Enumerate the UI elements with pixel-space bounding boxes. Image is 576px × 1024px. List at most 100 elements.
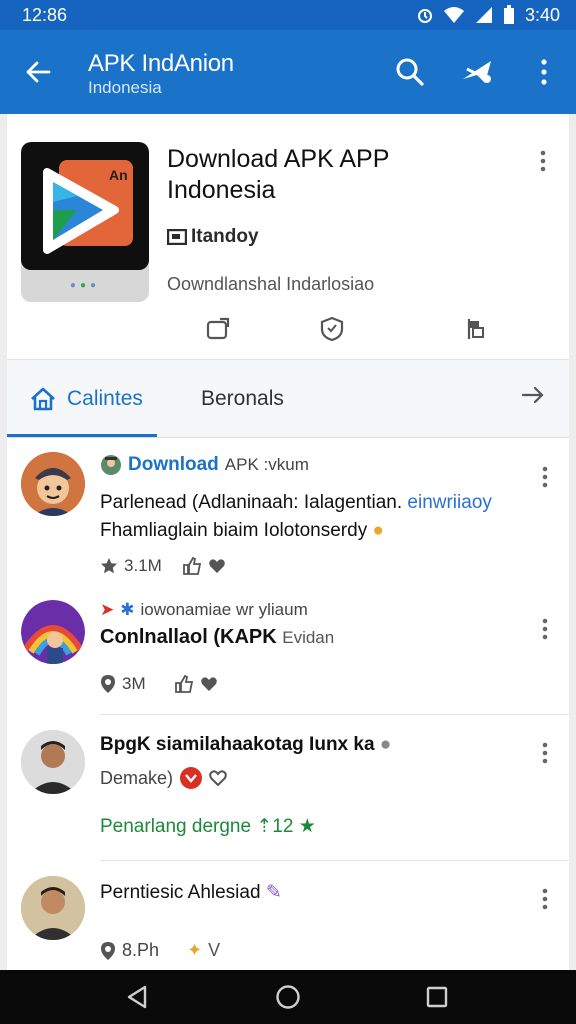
flag-icon <box>467 319 484 339</box>
thumbs-up-icon[interactable] <box>174 675 194 693</box>
arrow-right-icon <box>521 386 544 404</box>
item-meta-text: Demake) <box>100 767 174 788</box>
system-nav-bar <box>0 970 576 1024</box>
nav-recents-button[interactable] <box>422 982 452 1012</box>
more-vert-icon <box>541 59 547 85</box>
developer-row[interactable]: Itandoy <box>167 226 259 248</box>
item-meta-text: iowonamiae wr yliaum <box>140 600 308 619</box>
nav-recents-icon <box>426 986 448 1008</box>
app-title: APK IndAnion <box>88 50 234 77</box>
gold-icon: ✦ <box>187 940 203 960</box>
mini-avatar-icon <box>101 455 121 475</box>
item-meta-link[interactable]: Download <box>128 454 219 476</box>
heart-outline-icon[interactable] <box>209 770 227 786</box>
status-time: 12:86 <box>22 4 68 25</box>
item-more-button[interactable] <box>541 888 549 915</box>
search-icon <box>396 58 424 86</box>
nav-home-icon <box>276 985 300 1009</box>
nav-home-button[interactable] <box>273 982 303 1012</box>
overflow-menu-button[interactable] <box>524 52 564 92</box>
item-more-button[interactable] <box>541 742 549 769</box>
item-title: Conlnallaol (KAPK Evidan <box>100 626 335 648</box>
flag-action-button[interactable] <box>461 314 491 344</box>
status-bar: 12:86 3:40 <box>0 0 576 30</box>
item-more-button[interactable] <box>541 618 549 645</box>
item-meta: Demake) <box>100 766 227 790</box>
item-stat-value: 8.Ph <box>122 940 160 960</box>
item-meta: ➤ ✱ iowonamiae wr yliaum <box>100 600 308 620</box>
item-more-button[interactable] <box>541 466 549 493</box>
avatar-rainbow-icon <box>21 600 85 664</box>
plane-icon <box>463 61 491 83</box>
nav-back-button[interactable] <box>122 982 152 1012</box>
tab-beronals[interactable]: Beronals <box>201 360 284 438</box>
app-header-card: An ●●● Download APK APP Indonesia Itando… <box>7 114 569 360</box>
app-logo-image: An <box>21 142 149 270</box>
item-meta: Download APK :vkum <box>100 454 309 476</box>
item-stat-value: 3.1M <box>124 556 162 575</box>
app-name: Download APK APP Indonesia <box>167 145 390 204</box>
heart-icon[interactable] <box>200 676 218 692</box>
battery-icon <box>503 5 514 24</box>
app-card-more-button[interactable] <box>539 150 547 177</box>
tab-bar: Calintes Beronals <box>7 360 569 438</box>
app-description: Oowndlanshal Indarlosiao <box>167 274 375 294</box>
pencil-icon: ✎ <box>265 882 282 903</box>
security-action-button[interactable] <box>317 314 347 344</box>
red-arrow-icon: ➤ <box>100 600 115 619</box>
item-title: BpgK siamilahaakotag Iunx ka ● <box>100 734 392 755</box>
app-bar: APK IndAnion Indonesia <box>0 30 576 114</box>
tab-beronals-label: Beronals <box>201 387 284 410</box>
more-vert-icon <box>540 150 546 172</box>
item-body-accent: einwriiaoy <box>407 492 492 513</box>
open-box-icon <box>206 317 230 340</box>
home-icon <box>31 387 55 411</box>
item-body-line1: Parlenead (Adlaninaah: Ialagentian. einw… <box>100 492 492 513</box>
item-meta-text: APK :vkum <box>224 455 309 474</box>
item-title: Perntiesic Ahlesiad ✎ <box>100 882 282 903</box>
tabs-next-button[interactable] <box>521 384 545 411</box>
more-vert-icon <box>542 742 548 764</box>
logo-badge: An <box>109 167 128 183</box>
install-action-button[interactable] <box>203 314 233 344</box>
wifi-icon <box>443 7 464 23</box>
arrow-left-icon <box>26 61 51 83</box>
chevron-down-icon: V <box>208 940 221 960</box>
content-panel: An ●●● Download APK APP Indonesia Itando… <box>7 114 569 970</box>
search-button[interactable] <box>390 52 430 92</box>
red-heart-badge-icon[interactable] <box>179 766 203 790</box>
alarm-icon <box>417 9 432 23</box>
status-clock: 3:40 <box>524 4 560 25</box>
blue-star-icon: ✱ <box>120 600 135 619</box>
back-button[interactable] <box>20 54 56 90</box>
item-stats: 3M <box>100 674 218 694</box>
tab-calintes-label: Calintes <box>67 387 143 410</box>
heart-icon[interactable] <box>208 558 226 574</box>
divider <box>100 860 569 861</box>
avatar[interactable] <box>21 876 85 940</box>
item-body-line2: Fhamliaglain biaim Iolotonserdy ● <box>100 520 384 541</box>
more-vert-icon <box>542 466 548 488</box>
avatar[interactable] <box>21 452 85 516</box>
avatar-cartoon-icon <box>21 452 85 516</box>
item-stats: 8.Ph ✦ V <box>100 940 220 961</box>
more-vert-icon <box>542 888 548 910</box>
status-icons: 3:40 <box>417 5 560 26</box>
shield-badge-icon: ● <box>379 734 392 755</box>
shield-icon <box>320 316 344 342</box>
thumbs-up-icon[interactable] <box>182 557 202 575</box>
active-tab-indicator <box>7 434 157 437</box>
app-subtitle: Indonesia <box>88 78 162 97</box>
avatar[interactable] <box>21 730 85 794</box>
divider <box>100 714 569 715</box>
smile-emoji-icon: ● <box>372 520 384 541</box>
signal-icon <box>475 7 492 23</box>
more-vert-icon <box>542 618 548 640</box>
green-star-icon: ★ <box>298 816 316 837</box>
share-button[interactable] <box>458 52 498 92</box>
avatar[interactable] <box>21 600 85 664</box>
play-logo-icon: An <box>43 160 133 254</box>
up-arrow-icon: ⇡ <box>256 816 273 837</box>
app-logo[interactable]: An ●●● <box>21 142 149 302</box>
tab-calintes[interactable]: Calintes <box>29 360 143 438</box>
